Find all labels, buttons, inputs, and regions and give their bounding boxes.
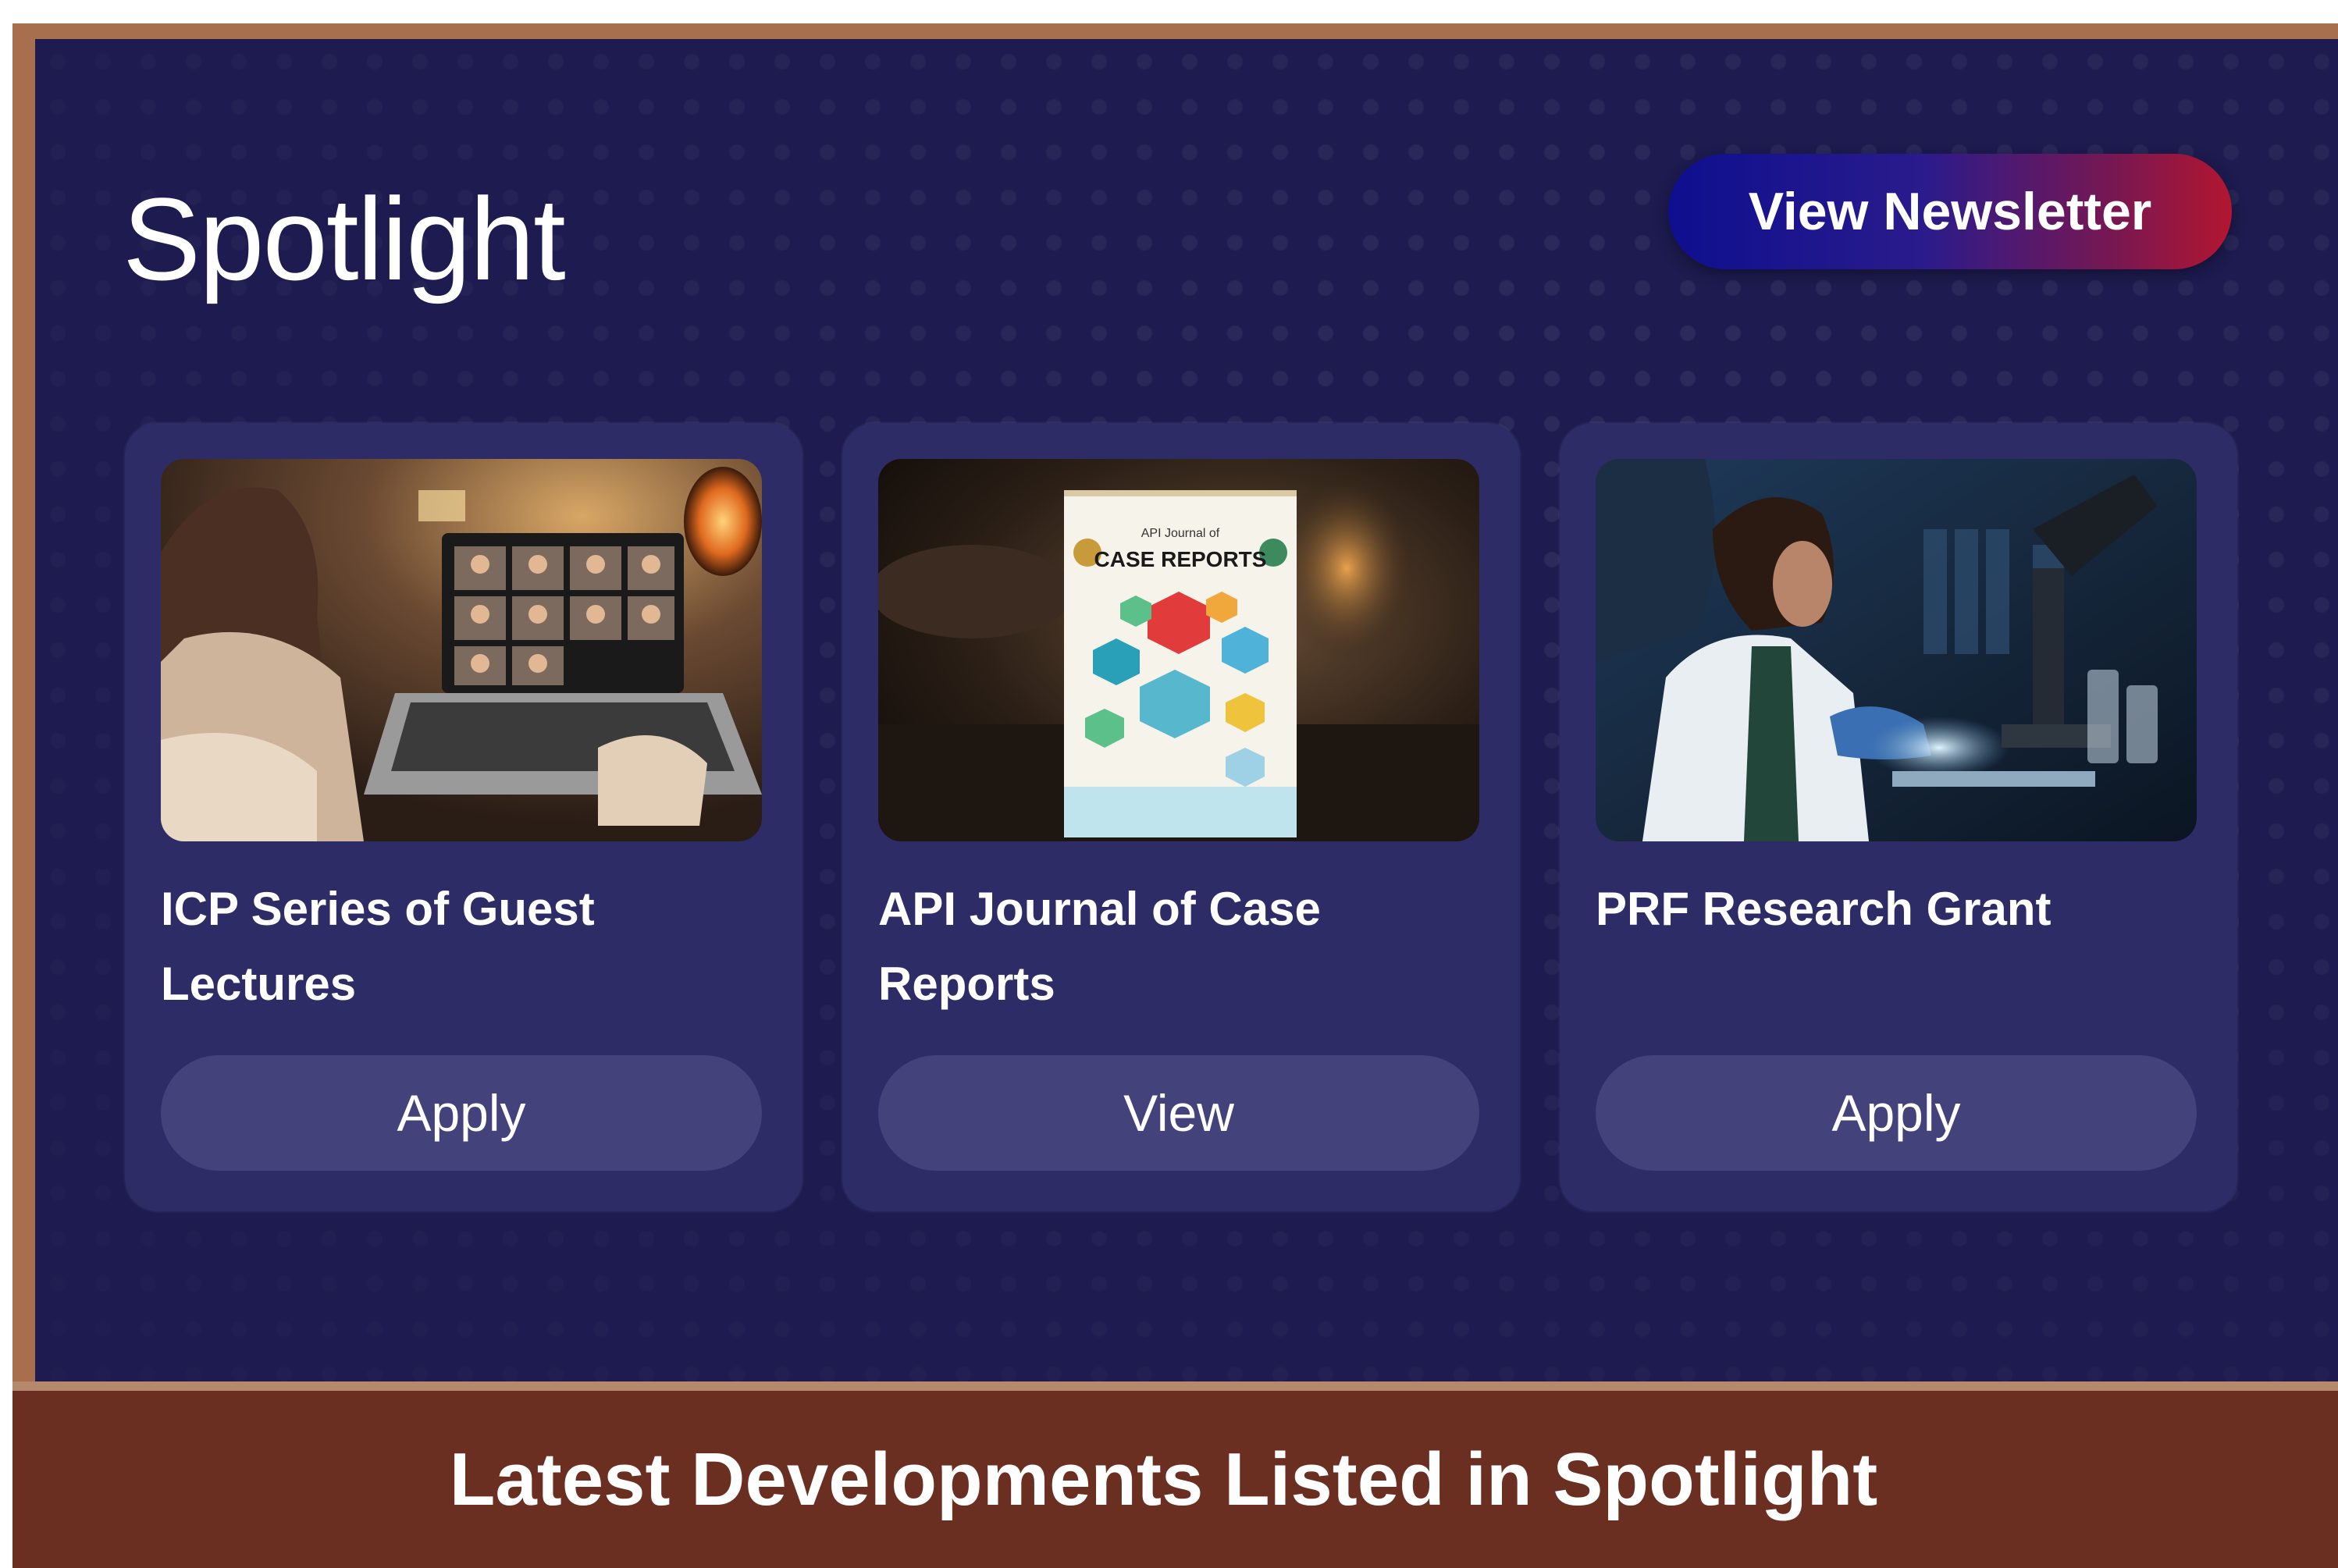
card-title: ICP Series of Guest Lectures	[161, 883, 595, 1010]
journal-small-heading: API Journal of	[1141, 527, 1220, 540]
spotlight-card-research-grant: PRF Research Grant Apply	[1560, 423, 2237, 1211]
scientist-microscope-image	[1596, 459, 2197, 841]
card-title: API Journal of Case Reports	[878, 883, 1321, 1010]
card-title: PRF Research Grant	[1596, 883, 2052, 935]
spotlight-panel: Spotlight View Newsletter ICP Series of …	[35, 39, 2338, 1381]
journal-cover-image: API Journal of CASE REPORTS	[878, 459, 1479, 841]
apply-button[interactable]: Apply	[1596, 1055, 2197, 1171]
banner-divider	[12, 1381, 2338, 1391]
spotlight-card-journal: API Journal of CASE REPORTS API Journal …	[842, 423, 1520, 1211]
view-newsletter-button[interactable]: View Newsletter	[1668, 154, 2232, 269]
video-conference-laptop-image	[161, 459, 762, 841]
view-button[interactable]: View	[878, 1055, 1479, 1171]
apply-button[interactable]: Apply	[161, 1055, 762, 1171]
page-title: Spotlight	[123, 173, 566, 304]
caption-text: Latest Developments Listed in Spotlight	[449, 1437, 1878, 1521]
journal-large-heading: CASE REPORTS	[1094, 547, 1267, 571]
caption-banner: Latest Developments Listed in Spotlight	[12, 1391, 2338, 1568]
spotlight-card-guest-lectures: ICP Series of Guest Lectures Apply	[125, 423, 802, 1211]
